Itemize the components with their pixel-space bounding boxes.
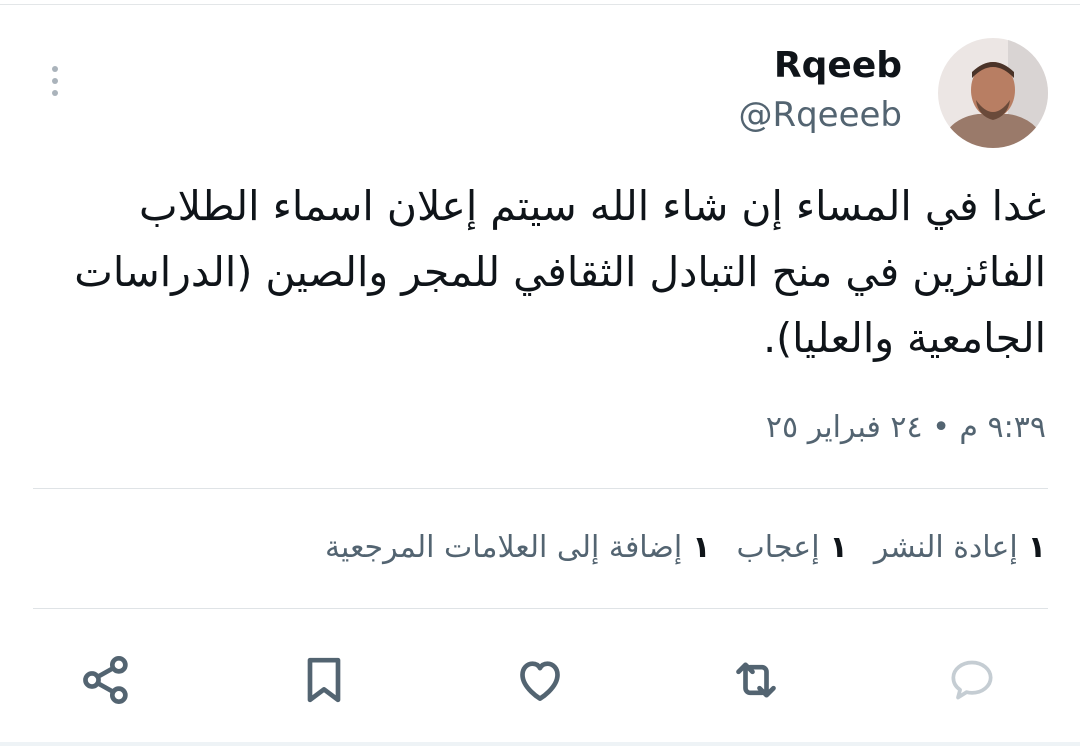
stat-reposts[interactable]: ١ إعادة النشر [874, 524, 1046, 572]
bookmark-icon [307, 657, 341, 703]
profile-photo [938, 38, 1048, 148]
bookmark-button[interactable] [284, 640, 364, 720]
divider [33, 608, 1048, 609]
tweet-timestamp[interactable]: ٩:٣٩ م • ٢٤ فبراير ٢٥ [766, 404, 1046, 452]
stat-label: إعجاب [736, 530, 820, 565]
like-button[interactable] [500, 640, 580, 720]
stat-count: ١ [829, 530, 848, 565]
avatar[interactable] [938, 38, 1048, 148]
tweet-stats: ١ إعادة النشر ١ إعجاب ١ إضافة إلى العلام… [325, 524, 1046, 572]
stat-label: إعادة النشر [873, 530, 1018, 565]
stat-label: إضافة إلى العلامات المرجعية [324, 530, 683, 565]
author-handle[interactable]: @Rqeeeb [738, 92, 902, 138]
more-options-icon[interactable] [42, 60, 68, 102]
tweet-text: غدا في المساء إن شاء الله سيتم إعلان اسم… [74, 182, 1046, 362]
bottom-divider [0, 742, 1080, 746]
reply-icon [951, 660, 993, 700]
stat-likes[interactable]: ١ إعجاب [737, 524, 848, 572]
tweet-actions [0, 640, 1080, 720]
stat-bookmarks[interactable]: ١ إضافة إلى العلامات المرجعية [325, 524, 711, 572]
reply-button[interactable] [932, 640, 1012, 720]
divider [33, 488, 1048, 489]
stat-count: ١ [1027, 530, 1046, 565]
repost-button[interactable] [716, 640, 796, 720]
repost-icon [736, 662, 776, 698]
top-divider [0, 4, 1080, 5]
share-icon [83, 655, 128, 705]
like-icon [520, 661, 560, 701]
author-display-name[interactable]: Rqeeb [774, 42, 902, 90]
stat-count: ١ [692, 530, 711, 565]
share-button[interactable] [66, 640, 146, 720]
